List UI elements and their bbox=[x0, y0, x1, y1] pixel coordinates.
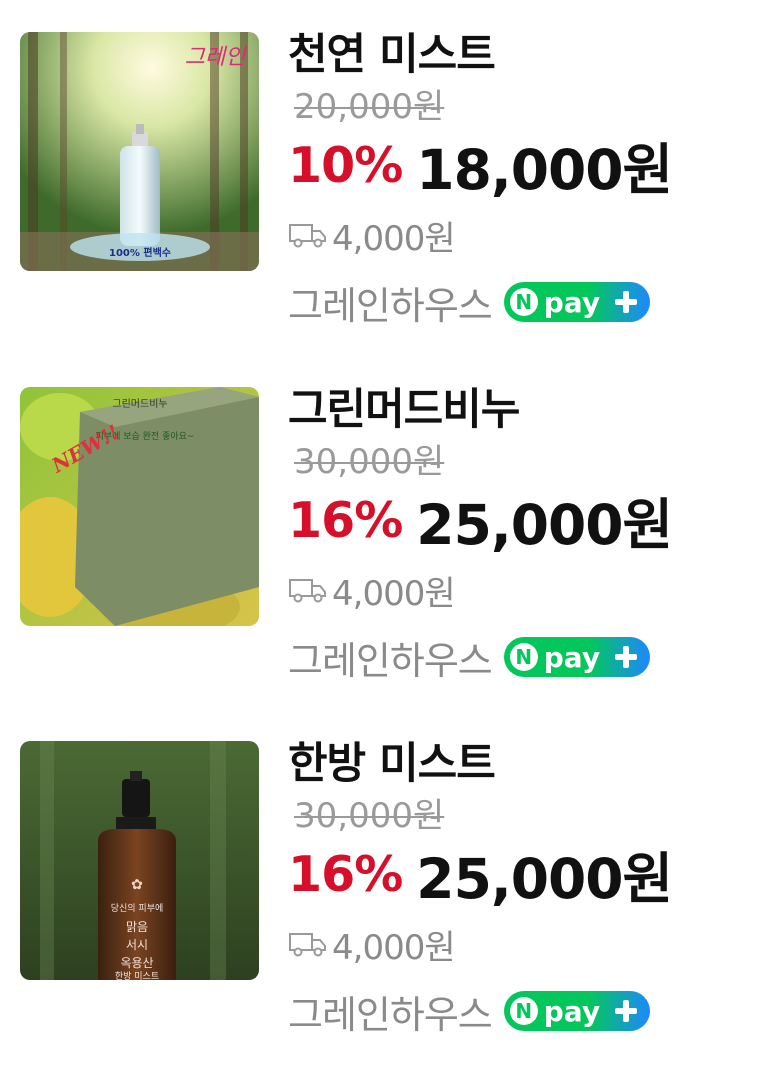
svg-text:서시: 서시 bbox=[126, 938, 148, 952]
discount-rate: 16% bbox=[288, 845, 403, 903]
npay-badge: N pay bbox=[503, 991, 650, 1031]
svg-text:당신의 피부에: 당신의 피부에 bbox=[111, 903, 164, 914]
sale-price: 25,000원 bbox=[416, 847, 673, 911]
plus-icon bbox=[614, 1000, 637, 1022]
seller-name[interactable]: 그레인하우스 bbox=[288, 984, 493, 1039]
original-price: 30,000원 bbox=[294, 442, 445, 482]
svg-text:맑음: 맑음 bbox=[126, 920, 148, 934]
npay-badge: N pay bbox=[503, 282, 650, 322]
seller-name[interactable]: 그레인하우스 bbox=[288, 275, 493, 330]
original-price: 30,000원 bbox=[294, 796, 445, 836]
npay-label: pay bbox=[543, 640, 601, 674]
npay-n-icon: N bbox=[509, 288, 538, 316]
soap-image: 그린머드비누 피부에 보습 완전 좋아요~ NEW!! bbox=[20, 387, 259, 626]
flower-icon: ✿ bbox=[131, 877, 143, 893]
seller-name[interactable]: 그레인하우스 bbox=[288, 630, 493, 685]
mist-bottle-image: 100% 편백수 그레인 bbox=[20, 32, 259, 271]
product-name[interactable]: 그린머드비누 bbox=[288, 383, 748, 437]
plus-icon bbox=[614, 291, 637, 313]
product-thumbnail[interactable]: ✿ 당신의 피부에 맑음 서시 옥용산 한방 미스트 bbox=[20, 741, 259, 980]
npay-n-icon: N bbox=[509, 643, 538, 671]
discount-rate: 16% bbox=[288, 491, 403, 549]
npay-label: pay bbox=[543, 285, 601, 319]
sale-price: 18,000원 bbox=[416, 138, 673, 202]
npay-n-icon: N bbox=[509, 997, 538, 1025]
original-price: 20,000원 bbox=[294, 87, 445, 127]
product-item[interactable]: 그린머드비누 피부에 보습 완전 좋아요~ NEW!! 그린머드비누 30,00… bbox=[0, 355, 766, 695]
truck-icon bbox=[289, 224, 326, 248]
svg-text:그린머드비누: 그린머드비누 bbox=[112, 398, 167, 410]
product-item[interactable]: ✿ 당신의 피부에 맑음 서시 옥용산 한방 미스트 한방 미스트 30,000… bbox=[0, 709, 766, 1049]
shipping-fee: 4,000원 bbox=[288, 208, 748, 262]
svg-text:그레인: 그레인 bbox=[185, 45, 247, 70]
shipping-fee-value: 4,000원 bbox=[332, 927, 456, 968]
product-list: 100% 편백수 그레인 천연 미스트 20,000원 10% 18,000원 … bbox=[0, 0, 766, 1090]
truck-icon bbox=[289, 579, 326, 603]
svg-text:한방 미스트: 한방 미스트 bbox=[115, 971, 159, 980]
discount-rate: 10% bbox=[288, 136, 403, 194]
sale-price: 25,000원 bbox=[416, 493, 673, 557]
shipping-fee-value: 4,000원 bbox=[332, 573, 456, 614]
npay-label: pay bbox=[543, 994, 601, 1028]
shipping-fee: 4,000원 bbox=[288, 563, 748, 617]
svg-text:100% 편백수: 100% 편백수 bbox=[109, 246, 171, 259]
svg-text:옥용산: 옥용산 bbox=[120, 956, 153, 970]
product-thumbnail[interactable]: 그린머드비누 피부에 보습 완전 좋아요~ NEW!! bbox=[20, 387, 259, 626]
plus-icon bbox=[614, 646, 637, 668]
product-item[interactable]: 100% 편백수 그레인 천연 미스트 20,000원 10% 18,000원 … bbox=[0, 0, 766, 340]
product-thumbnail[interactable]: 100% 편백수 그레인 bbox=[20, 32, 259, 271]
shipping-fee-value: 4,000원 bbox=[332, 218, 456, 259]
shipping-fee: 4,000원 bbox=[288, 917, 748, 971]
product-name[interactable]: 천연 미스트 bbox=[288, 28, 748, 82]
herbal-mist-image: ✿ 당신의 피부에 맑음 서시 옥용산 한방 미스트 bbox=[20, 741, 259, 980]
product-name[interactable]: 한방 미스트 bbox=[288, 737, 748, 791]
npay-badge: N pay bbox=[503, 637, 650, 677]
truck-icon bbox=[289, 933, 326, 957]
